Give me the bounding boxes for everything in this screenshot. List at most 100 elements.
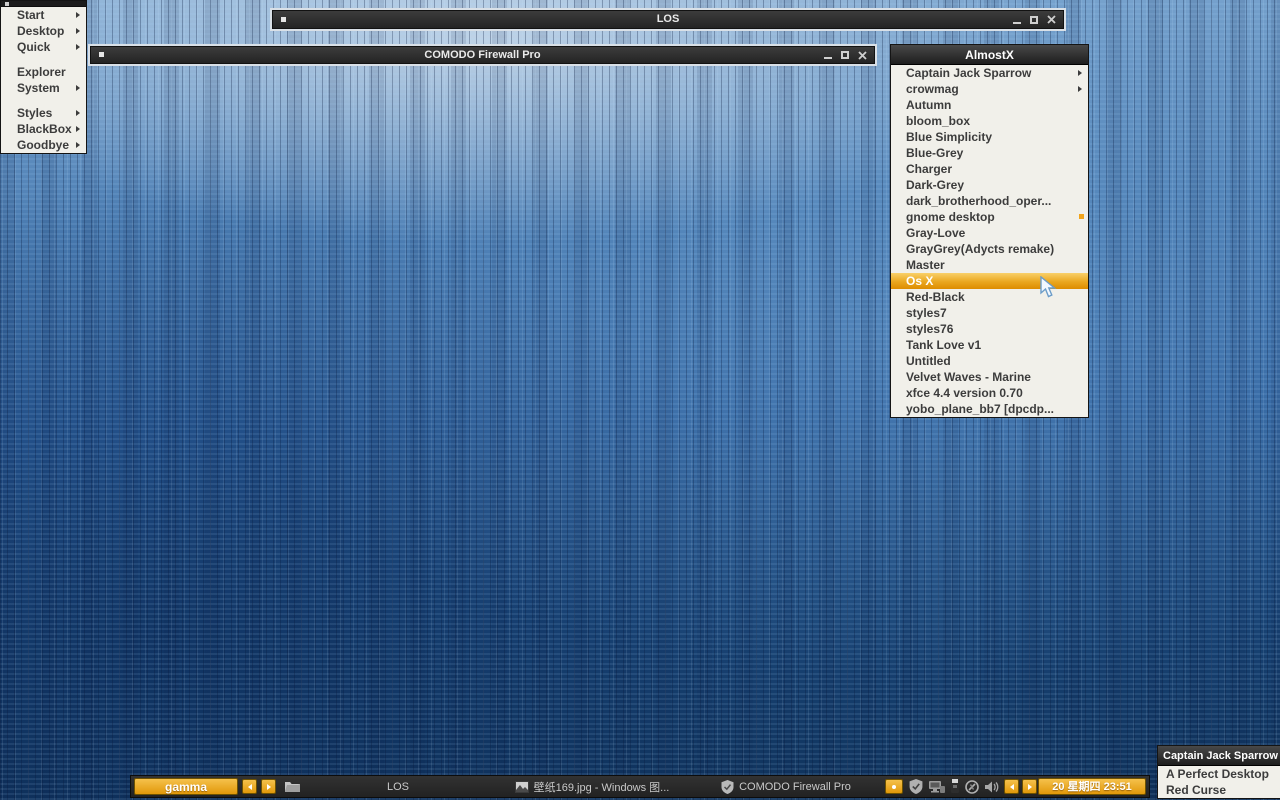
window-title: LOS xyxy=(273,11,1063,28)
style-item-label: Velvet Waves - Marine xyxy=(906,370,1031,384)
task-label: COMODO Firewall Pro xyxy=(739,781,851,793)
task-comodo[interactable]: COMODO Firewall Pro xyxy=(689,776,883,797)
style-item-label: Captain Jack Sparrow xyxy=(906,66,1031,80)
submenu-arrow-icon xyxy=(1078,86,1082,92)
style-item[interactable]: Gray-Love xyxy=(891,225,1088,241)
close-icon[interactable] xyxy=(1047,15,1056,24)
style-item-current[interactable]: gnome desktop xyxy=(891,209,1088,225)
style-item[interactable]: Blue-Grey xyxy=(891,145,1088,161)
submenu-arrow-icon xyxy=(76,12,80,18)
arrow-left-icon xyxy=(248,784,252,790)
maximize-icon[interactable] xyxy=(841,51,849,59)
window-los-titlebar[interactable]: LOS xyxy=(272,10,1064,29)
style-item[interactable]: crowmag xyxy=(891,81,1088,97)
window-comodo-titlebar[interactable]: COMODO Firewall Pro xyxy=(90,46,875,64)
style-item[interactable]: dark_brotherhood_oper... xyxy=(891,193,1088,209)
task-label: 壁纸169.jpg - Windows 图... xyxy=(534,779,670,795)
task-list: LOS 壁纸169.jpg - Windows 图... COMODO Fire… xyxy=(301,776,883,797)
style-item[interactable]: Master xyxy=(891,257,1088,273)
tray-next-button[interactable] xyxy=(1022,779,1037,794)
style-item-label: dark_brotherhood_oper... xyxy=(906,194,1051,208)
display-device-tray-icon[interactable] xyxy=(928,780,945,794)
task-los[interactable]: LOS xyxy=(301,776,495,797)
minimize-icon[interactable] xyxy=(1013,16,1021,24)
submenu-arrow-icon xyxy=(76,142,80,148)
style-item[interactable]: Dark-Grey xyxy=(891,177,1088,193)
style-item[interactable]: Charger xyxy=(891,161,1088,177)
system-tray xyxy=(909,779,999,794)
submenu-title[interactable]: Captain Jack Sparrow xyxy=(1158,746,1280,766)
style-item-label: Red-Black xyxy=(906,290,965,304)
submenu-item-a-perfect-desktop[interactable]: A Perfect Desktop xyxy=(1158,766,1280,782)
minimize-icon[interactable] xyxy=(824,51,832,59)
tray-toggle-button[interactable] xyxy=(885,779,903,794)
menu-separator xyxy=(1,96,86,105)
workspace-next-button[interactable] xyxy=(261,779,276,794)
style-item[interactable]: yobo_plane_bb7 [dpcdp... xyxy=(891,401,1088,417)
style-item[interactable]: Blue Simplicity xyxy=(891,129,1088,145)
submenu-arrow-icon xyxy=(76,126,80,132)
style-item[interactable]: Autumn xyxy=(891,97,1088,113)
style-item-label: Os X xyxy=(906,274,933,288)
style-item[interactable]: Velvet Waves - Marine xyxy=(891,369,1088,385)
antivirus-tray-icon[interactable] xyxy=(965,780,979,794)
style-item[interactable]: styles76 xyxy=(891,321,1088,337)
menu-item-system[interactable]: System xyxy=(1,80,86,96)
mouse-cursor xyxy=(1038,276,1060,300)
style-item-label: Gray-Love xyxy=(906,226,965,240)
menu-item-start[interactable]: Start xyxy=(1,7,86,23)
folder-icon[interactable] xyxy=(284,780,301,793)
task-label: LOS xyxy=(387,781,409,793)
close-icon[interactable] xyxy=(858,51,867,60)
task-image-viewer[interactable]: 壁纸169.jpg - Windows 图... xyxy=(495,776,689,797)
style-item-label: Tank Love v1 xyxy=(906,338,981,352)
style-item-label: Autumn xyxy=(906,98,951,112)
style-item[interactable]: styles7 xyxy=(891,305,1088,321)
submenu-item-red-curse[interactable]: Red Curse xyxy=(1158,782,1280,798)
dot-icon xyxy=(892,785,896,789)
submenu-arrow-icon xyxy=(1078,70,1082,76)
style-item[interactable]: bloom_box xyxy=(891,113,1088,129)
style-item[interactable]: xfce 4.4 version 0.70 xyxy=(891,385,1088,401)
menu-item-label: System xyxy=(17,81,60,95)
style-item[interactable]: Captain Jack Sparrow xyxy=(891,65,1088,81)
arrow-right-icon xyxy=(1028,784,1032,790)
tray-prev-button[interactable] xyxy=(1004,779,1019,794)
style-item-label: gnome desktop xyxy=(906,210,995,224)
taskbar: gamma LOS 壁纸169.jpg - Windows 图... COMOD… xyxy=(130,775,1150,798)
arrow-right-icon xyxy=(267,784,271,790)
style-item-label: Dark-Grey xyxy=(906,178,964,192)
menu-item-desktop[interactable]: Desktop xyxy=(1,23,86,39)
menu-separator xyxy=(1,55,86,64)
menu-item-label: Desktop xyxy=(17,24,64,38)
style-item[interactable]: GrayGrey(Adycts remake) xyxy=(891,241,1088,257)
window-title: COMODO Firewall Pro xyxy=(91,47,874,63)
workspace-prev-button[interactable] xyxy=(242,779,257,794)
menu-item-quick[interactable]: Quick xyxy=(1,39,86,55)
style-item[interactable]: Untitled xyxy=(891,353,1088,369)
usb-device-tray-icon[interactable] xyxy=(950,779,960,794)
style-item-label: Blue-Grey xyxy=(906,146,963,160)
menu-item-label: Quick xyxy=(17,40,50,54)
comodo-shield-tray-icon[interactable] xyxy=(909,779,923,794)
style-item-label: Master xyxy=(906,258,945,272)
style-item-label: crowmag xyxy=(906,82,959,96)
maximize-icon[interactable] xyxy=(1030,16,1038,24)
submenu-arrow-icon xyxy=(76,85,80,91)
menu-item-explorer[interactable]: Explorer xyxy=(1,64,86,80)
clock[interactable]: 20 星期四 23:51 xyxy=(1038,778,1146,795)
workspace-button[interactable]: gamma xyxy=(134,778,238,795)
volume-tray-icon[interactable] xyxy=(984,780,999,794)
arrow-left-icon xyxy=(1010,784,1014,790)
menu-item-blackbox[interactable]: BlackBox xyxy=(1,121,86,137)
style-item-label: yobo_plane_bb7 [dpcdp... xyxy=(906,402,1054,416)
style-menu-title[interactable]: AlmostX xyxy=(891,45,1088,65)
menu-item-goodbye[interactable]: Goodbye xyxy=(1,137,86,153)
root-menu: Start Desktop Quick Explorer System Styl… xyxy=(0,0,87,154)
comodo-shield-icon xyxy=(721,780,734,794)
submenu-arrow-icon xyxy=(76,28,80,34)
style-item[interactable]: Tank Love v1 xyxy=(891,337,1088,353)
menu-item-styles[interactable]: Styles xyxy=(1,105,86,121)
menu-item-label: Explorer xyxy=(17,65,66,79)
style-menu-almostx: AlmostX Captain Jack Sparrow crowmag Aut… xyxy=(890,44,1089,418)
